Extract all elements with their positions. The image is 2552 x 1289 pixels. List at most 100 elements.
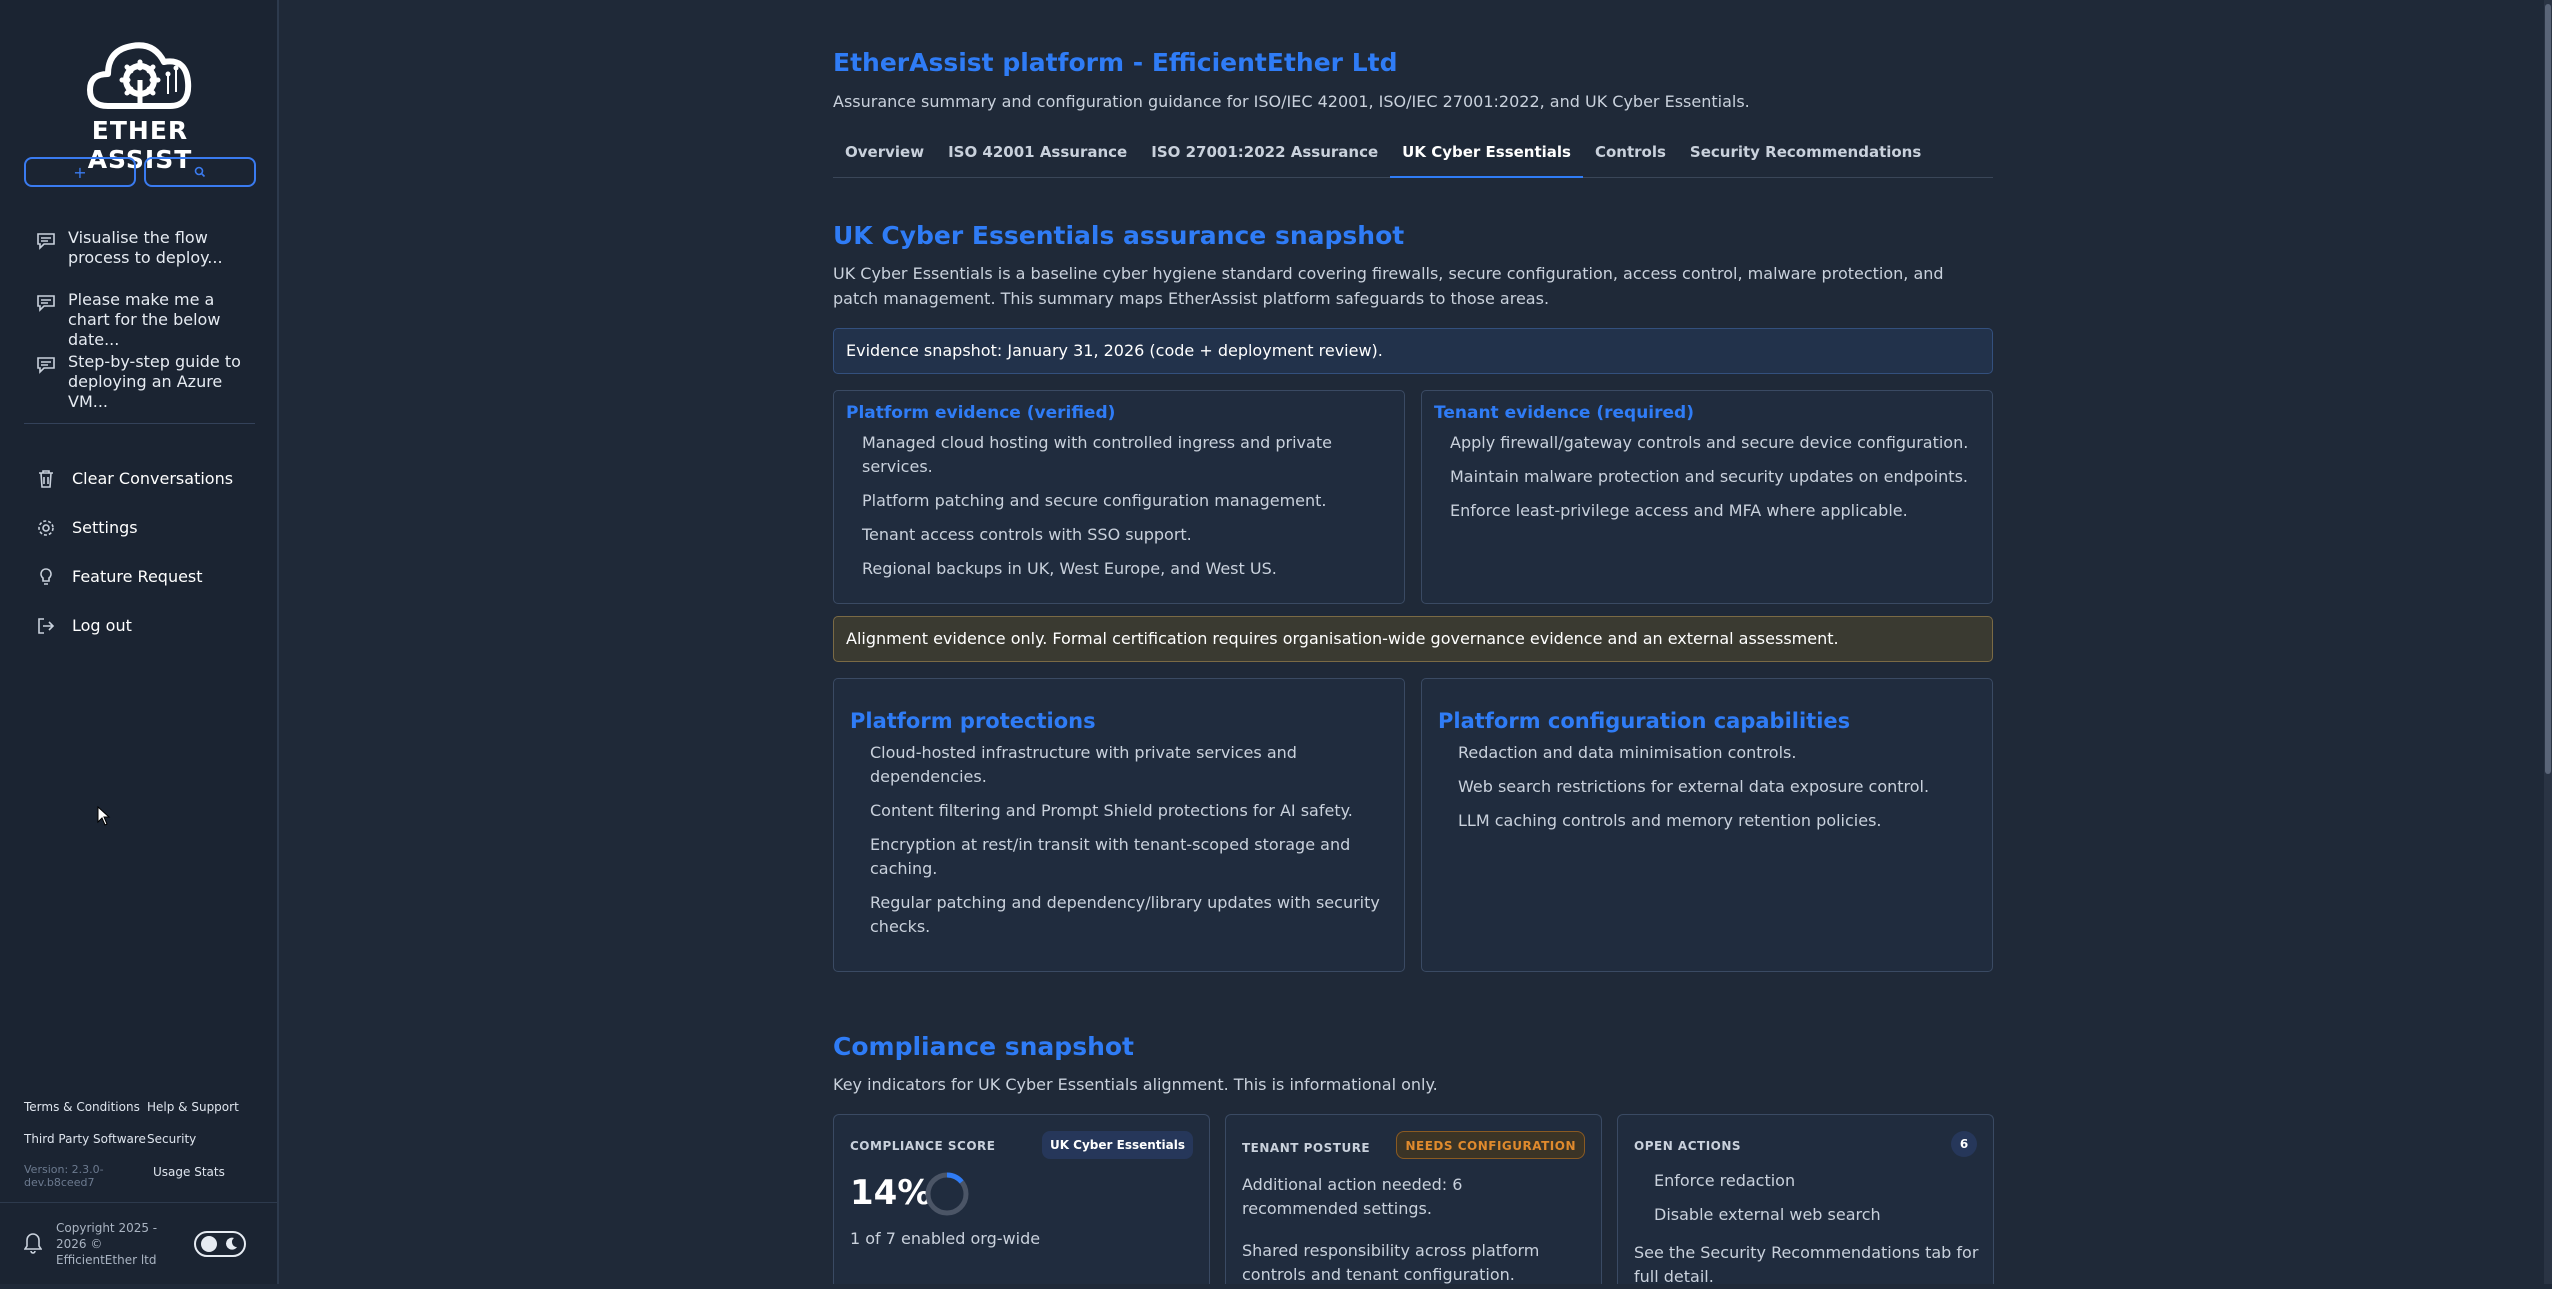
- card-title: Platform protections: [850, 709, 1096, 733]
- tab-controls[interactable]: Controls: [1583, 140, 1678, 178]
- list-item: Apply firewall/gateway controls and secu…: [1450, 433, 1969, 452]
- menu-label: Feature Request: [72, 567, 203, 586]
- actions-footer-text: See the Security Recommendations tab for…: [1634, 1243, 1979, 1286]
- score-detail: 1 of 7 enabled org-wide: [850, 1229, 1041, 1248]
- action-item[interactable]: Enforce redaction: [1654, 1169, 1795, 1193]
- list-item: Content filtering and Prompt Shield prot…: [870, 801, 1353, 820]
- list-item: Web search restrictions for external dat…: [1458, 777, 1930, 796]
- search-button[interactable]: [144, 157, 256, 187]
- sidebar-footer-divider: [0, 1202, 279, 1203]
- platform-evidence-list: Managed cloud hosting with controlled in…: [862, 431, 1392, 591]
- trash-icon: [39, 469, 53, 488]
- config-capabilities-card: Platform configuration capabilities Reda…: [1421, 678, 1993, 972]
- snapshot-title: UK Cyber Essentials assurance snapshot: [833, 221, 1405, 250]
- conversation-label: Please make me a chart for the below dat…: [68, 290, 221, 349]
- list-item: Regional backups in UK, West Europe, and…: [862, 559, 1277, 578]
- snapshot-description: UK Cyber Essentials is a baseline cyber …: [833, 264, 1944, 308]
- posture-text: Additional action needed: 6 recommended …: [1242, 1175, 1463, 1218]
- compliance-score-card: COMPLIANCE SCORE UK Cyber Essentials 14%…: [833, 1114, 1210, 1284]
- list-item: Redaction and data minimisation controls…: [1458, 743, 1797, 762]
- search-icon: [194, 166, 206, 178]
- conversation-label: Step-by-step guide to deploying an Azure…: [68, 352, 241, 411]
- plus-icon: +: [73, 162, 87, 182]
- settings-button[interactable]: Settings: [36, 503, 266, 552]
- copyright-text: Copyright 2025 - 2026 © EfficientEther l…: [56, 1221, 158, 1267]
- conversation-item[interactable]: Please make me a chart for the below dat…: [36, 290, 246, 352]
- list-item: Encryption at rest/in transit with tenan…: [870, 835, 1351, 878]
- tenant-evidence-list: Apply firewall/gateway controls and secu…: [1450, 431, 1990, 533]
- mouse-cursor-icon: [97, 806, 111, 826]
- sidebar: ETHER ASSIST + Visualise the flow proces…: [0, 0, 279, 1284]
- sidebar-divider: [24, 423, 255, 424]
- usage-stats-link[interactable]: Usage Stats: [153, 1165, 225, 1179]
- tenant-evidence-card: Tenant evidence (required) Apply firewal…: [1421, 390, 1993, 604]
- chat-bubble-icon: [37, 233, 55, 250]
- help-link[interactable]: Help & Support: [147, 1100, 239, 1114]
- tab-overview[interactable]: Overview: [833, 140, 936, 178]
- action-item[interactable]: Disable external web search: [1654, 1203, 1881, 1227]
- new-chat-button[interactable]: +: [24, 157, 136, 187]
- platform-evidence-card: Platform evidence (verified) Managed clo…: [833, 390, 1405, 604]
- card-title: Tenant evidence (required): [1434, 403, 1694, 423]
- list-item: Platform patching and secure configurati…: [862, 491, 1327, 510]
- actions-count-badge: 6: [1951, 1131, 1977, 1157]
- security-link[interactable]: Security: [147, 1132, 196, 1146]
- clear-conversations-button[interactable]: Clear Conversations: [36, 454, 266, 503]
- logout-button[interactable]: Log out: [36, 601, 266, 650]
- evidence-banner: Evidence snapshot: January 31, 2026 (cod…: [833, 328, 1993, 374]
- list-item: Managed cloud hosting with controlled in…: [862, 433, 1332, 476]
- menu-label: Settings: [72, 518, 138, 537]
- moon-icon: [226, 1237, 237, 1250]
- card-title: Platform configuration capabilities: [1438, 709, 1851, 733]
- chat-bubble-icon: [37, 295, 55, 312]
- list-item: Enforce least-privilege access and MFA w…: [1450, 501, 1908, 520]
- menu-label: Log out: [72, 616, 132, 635]
- conversation-item[interactable]: Step-by-step guide to deploying an Azure…: [36, 352, 246, 414]
- page-subtitle: Assurance summary and configuration guid…: [833, 92, 1750, 111]
- terms-link[interactable]: Terms & Conditions: [24, 1100, 140, 1114]
- posture-text-secondary: Shared responsibility across platform co…: [1242, 1241, 1540, 1284]
- list-item: Regular patching and dependency/library …: [870, 893, 1380, 936]
- list-item: Tenant access controls with SSO support.: [862, 525, 1192, 544]
- feature-request-button[interactable]: Feature Request: [36, 552, 266, 601]
- platform-protections-list: Cloud-hosted infrastructure with private…: [870, 741, 1390, 949]
- list-item: LLM caching controls and memory retentio…: [1458, 811, 1882, 830]
- compliance-description: Key indicators for UK Cyber Essentials a…: [833, 1075, 1438, 1094]
- tab-security-recommendations[interactable]: Security Recommendations: [1678, 140, 1933, 178]
- theme-toggle[interactable]: [194, 1231, 246, 1257]
- platform-protections-card: Platform protections Cloud-hosted infras…: [833, 678, 1405, 972]
- list-item: Maintain malware protection and security…: [1450, 467, 1968, 486]
- kpi-label: OPEN ACTIONS: [1634, 1139, 1742, 1153]
- card-title: Platform evidence (verified): [846, 403, 1116, 423]
- conversation-item[interactable]: Visualise the flow process to deploy...: [36, 228, 246, 290]
- sun-icon: [201, 1236, 217, 1252]
- config-capabilities-list: Redaction and data minimisation controls…: [1458, 741, 1978, 843]
- cloud-gear-logo-icon: [87, 42, 192, 109]
- third-party-link[interactable]: Third Party Software: [24, 1132, 146, 1146]
- conversation-label: Visualise the flow process to deploy...: [68, 228, 223, 267]
- bell-icon[interactable]: [24, 1232, 42, 1254]
- compliance-title: Compliance snapshot: [833, 1032, 1135, 1061]
- list-item: Cloud-hosted infrastructure with private…: [870, 743, 1297, 786]
- tab-uk-cyber-essentials[interactable]: UK Cyber Essentials: [1390, 140, 1583, 178]
- certification-warning-banner: Alignment evidence only. Formal certific…: [833, 616, 1993, 662]
- kpi-label: COMPLIANCE SCORE: [850, 1139, 996, 1153]
- compliance-score-value: 14%: [850, 1173, 932, 1213]
- chat-bubble-icon: [37, 357, 55, 374]
- conversation-list: Visualise the flow process to deploy... …: [36, 228, 246, 414]
- logout-icon: [38, 617, 55, 634]
- tab-iso-42001[interactable]: ISO 42001 Assurance: [936, 140, 1139, 178]
- open-actions-card: OPEN ACTIONS 6 Enforce redaction Disable…: [1617, 1114, 1994, 1286]
- tenant-posture-card: TENANT POSTURE NEEDS CONFIGURATION Addit…: [1225, 1114, 1602, 1284]
- tab-iso-27001[interactable]: ISO 27001:2022 Assurance: [1139, 140, 1390, 178]
- score-ring: [925, 1172, 969, 1216]
- sidebar-menu: Clear Conversations Settings Feature Req…: [36, 454, 266, 650]
- status-badge: NEEDS CONFIGURATION: [1396, 1131, 1585, 1159]
- version-text: Version: 2.3.0-dev.b8ceed7: [24, 1163, 104, 1189]
- menu-label: Clear Conversations: [72, 469, 234, 488]
- page-scrollbar-thumb[interactable]: [2545, 4, 2551, 774]
- tab-bar: Overview ISO 42001 Assurance ISO 27001:2…: [833, 140, 1993, 178]
- kpi-label: TENANT POSTURE: [1242, 1141, 1371, 1155]
- gear-icon: [38, 519, 54, 536]
- brand-logo[interactable]: ETHER ASSIST: [40, 36, 240, 174]
